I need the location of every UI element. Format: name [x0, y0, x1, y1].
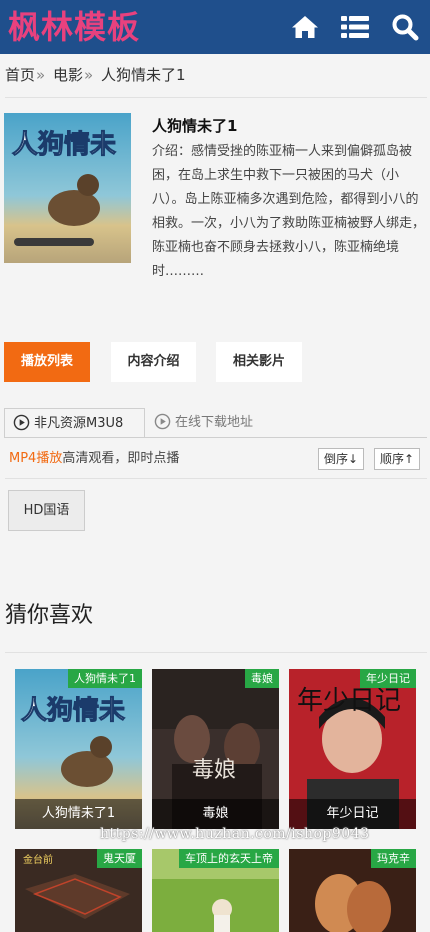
breadcrumb: 首页» 电影» 人狗情未了1: [5, 64, 186, 86]
card-poster-text: 金台前: [23, 853, 53, 866]
section-title-recommend: 猜你喜欢: [5, 603, 94, 628]
breadcrumb-home[interactable]: 首页: [5, 66, 35, 84]
play-circle-icon: [154, 413, 171, 430]
source-tab-feifan[interactable]: 非凡资源M3U8: [4, 408, 145, 438]
breadcrumb-separator: »: [36, 66, 46, 84]
movie-poster: 人狗情未: [4, 113, 131, 263]
recommend-card[interactable]: 年少日记 年少日记 年少日记: [289, 669, 416, 829]
card-caption: 人狗情未了1: [15, 799, 142, 829]
sort-asc-button[interactable]: 顺序↑: [374, 448, 421, 470]
poster-title-text: 人狗情未: [12, 130, 116, 160]
card-badge: 鬼天厦: [97, 849, 142, 868]
divider: [5, 478, 427, 479]
card-caption: 毒娘: [152, 799, 279, 829]
watermark-text: https://www.huzhan.com/ishop9043: [100, 826, 370, 842]
card-badge: 玛克辛: [371, 849, 416, 868]
card-poster-text: 人狗情未: [21, 696, 125, 726]
card-badge: 毒娘: [245, 669, 279, 688]
card-poster-text: 毒娘: [192, 758, 236, 783]
sort-desc-button[interactable]: 倒序↓: [318, 448, 365, 470]
list-icon[interactable]: [340, 12, 370, 42]
source-label: 在线下载地址: [175, 415, 254, 430]
card-badge: 年少日记: [360, 669, 416, 688]
recommend-card[interactable]: 车顶上的玄天上帝: [152, 849, 279, 932]
card-badge: 车顶上的玄天上帝: [179, 849, 279, 868]
movie-description: 介绍：感情受挫的陈亚楠一人来到偏僻孤岛被困，在岛上求生中救下一只被困的马犬（小八…: [152, 144, 426, 279]
divider: [5, 652, 427, 653]
divider: [5, 97, 427, 98]
recommend-card[interactable]: 金台前 鬼天厦: [15, 849, 142, 932]
source-tab-download[interactable]: 在线下载地址: [154, 408, 253, 438]
recommend-card[interactable]: 人狗情未 人狗情未了1 人狗情未了1: [15, 669, 142, 829]
top-header: 枫林模板: [0, 0, 430, 54]
breadcrumb-category[interactable]: 电影: [53, 66, 83, 84]
source-divider: [5, 437, 427, 438]
play-circle-icon: [13, 414, 30, 431]
breadcrumb-separator: »: [84, 66, 94, 84]
play-info: MP4播放高清观看，即时点播: [9, 449, 179, 469]
card-badge: 人狗情未了1: [68, 669, 142, 688]
tab-content-intro[interactable]: 内容介绍: [111, 342, 196, 382]
movie-title: 人狗情未了1: [152, 117, 238, 135]
recommend-card[interactable]: 毒娘 毒娘 毒娘: [152, 669, 279, 829]
card-poster-text: 年少日记: [297, 686, 401, 716]
site-logo[interactable]: 枫林模板: [8, 6, 140, 48]
home-icon[interactable]: [290, 12, 320, 42]
source-label: 非凡资源M3U8: [34, 416, 124, 431]
play-info-text: 高清观看，即时点播: [62, 451, 180, 466]
breadcrumb-current: 人狗情未了1: [100, 66, 186, 84]
search-icon[interactable]: [390, 12, 420, 42]
episode-button[interactable]: HD国语: [8, 490, 85, 531]
tab-related-movies[interactable]: 相关影片: [216, 342, 302, 382]
recommend-card[interactable]: 玛克辛: [289, 849, 416, 932]
card-caption: 年少日记: [289, 799, 416, 829]
tab-playlist[interactable]: 播放列表: [4, 342, 90, 382]
play-format-highlight: MP4播放: [9, 451, 63, 466]
